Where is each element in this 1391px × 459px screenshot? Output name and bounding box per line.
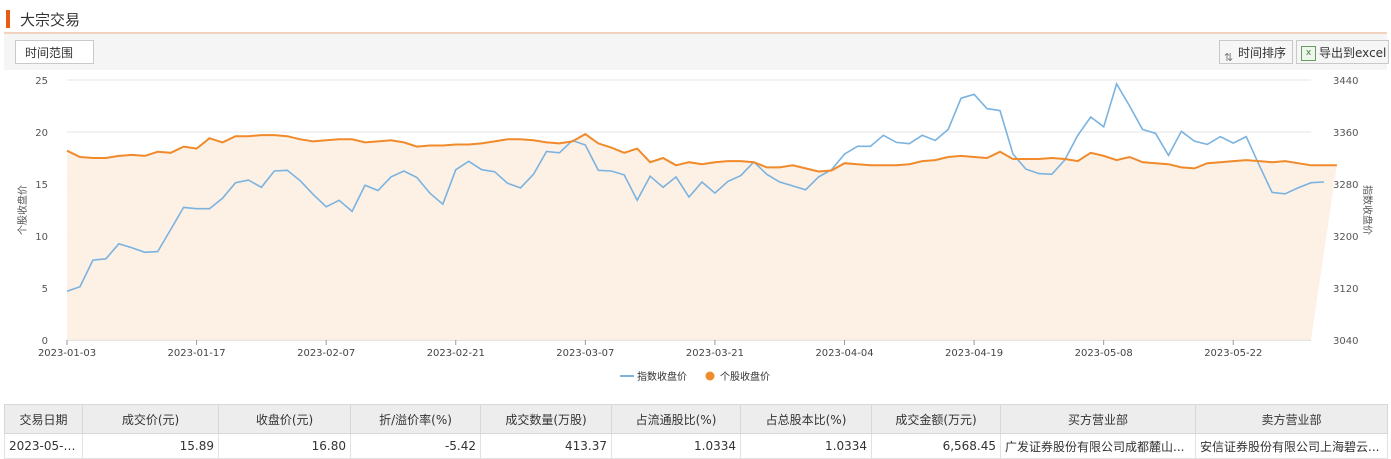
left-axis-tick-label: 25: [35, 76, 48, 87]
col-header-close-price[interactable]: 收盘价(元): [218, 404, 351, 434]
x-axis-tick-label: 2023-03-21: [686, 348, 744, 359]
x-axis-tick-label: 2023-03-07: [556, 348, 614, 359]
col-header-trade-date[interactable]: 交易日期: [4, 404, 83, 434]
x-axis-tick-label: 2023-04-04: [815, 348, 873, 359]
left-axis-tick-label: 10: [35, 232, 48, 243]
time-sort-button[interactable]: ⇅ 时间排序: [1219, 40, 1293, 64]
left-axis-tick-label: 0: [42, 336, 48, 347]
x-axis-tick-label: 2023-05-08: [1075, 348, 1133, 359]
right-axis-title: 指数收盘价: [1361, 185, 1374, 235]
title-accent-bar: [6, 10, 10, 28]
block-trade-table: 交易日期 成交价(元) 收盘价(元) 折/溢价率(%) 成交数量(万股) 占流通…: [4, 404, 1388, 459]
col-header-seller[interactable]: 卖方营业部: [1195, 404, 1388, 434]
left-axis-tick-label: 15: [35, 180, 48, 191]
excel-icon: x: [1301, 46, 1316, 61]
x-axis-tick-label: 2023-04-19: [945, 348, 1003, 359]
right-axis-tick-label: 3440: [1333, 76, 1358, 87]
time-sort-label: 时间排序: [1238, 46, 1287, 60]
legend-stock-marker: [705, 371, 715, 381]
col-header-amount[interactable]: 成交金额(万元): [871, 404, 1001, 434]
left-axis-tick-label: 20: [35, 128, 48, 139]
x-axis-tick-label: 2023-01-03: [38, 348, 96, 359]
export-excel-button[interactable]: x 导出到excel: [1296, 40, 1389, 64]
right-axis-tick-label: 3200: [1333, 232, 1358, 243]
legend-index-label: 指数收盘价: [637, 370, 687, 383]
right-axis-tick-label: 3120: [1333, 284, 1358, 295]
col-header-volume[interactable]: 成交数量(万股): [480, 404, 612, 434]
sort-icon: ⇅: [1224, 51, 1234, 64]
time-range-button[interactable]: 时间范围: [15, 40, 94, 64]
panel-header: 大宗交易: [4, 6, 1387, 34]
toolbar: 时间范围 ⇅ 时间排序 x 导出到excel: [4, 34, 1389, 70]
left-axis-title: 个股收盘价: [16, 185, 29, 235]
right-axis-tick-label: 3280: [1333, 180, 1358, 191]
col-header-buyer[interactable]: 买方营业部: [1000, 404, 1196, 434]
table-header-row: 交易日期 成交价(元) 收盘价(元) 折/溢价率(%) 成交数量(万股) 占流通…: [4, 404, 1388, 434]
right-axis-tick-label: 3040: [1333, 336, 1358, 347]
right-axis-tick-label: 3360: [1333, 128, 1358, 139]
page-title: 大宗交易: [20, 11, 81, 29]
legend-stock-label: 个股收盘价: [720, 370, 770, 383]
col-header-float-ratio[interactable]: 占流通股比(%): [611, 404, 741, 434]
price-chart: 0 5 10 15 20 25 3040 3120 3200 3280 3360 3440 2023-0…: [16, 76, 1374, 383]
col-header-trade-price[interactable]: 成交价(元): [82, 404, 219, 434]
x-axis-tick-label: 2023-01-17: [168, 348, 226, 359]
block-trade-panel: 大宗交易 时间范围 ⇅ 时间排序 x 导出到excel 0 5 10 15 20 25 30…: [0, 0, 1391, 459]
x-axis-tick-label: 2023-02-07: [297, 348, 355, 359]
col-header-total-ratio[interactable]: 占总股本比(%): [740, 404, 872, 434]
col-header-premium-rate[interactable]: 折/溢价率(%): [350, 404, 481, 434]
x-axis-tick-label: 2023-05-22: [1204, 348, 1262, 359]
x-axis-tick-label: 2023-02-21: [427, 348, 485, 359]
export-excel-label: 导出到excel: [1319, 46, 1387, 60]
left-axis-tick-label: 5: [42, 284, 48, 295]
